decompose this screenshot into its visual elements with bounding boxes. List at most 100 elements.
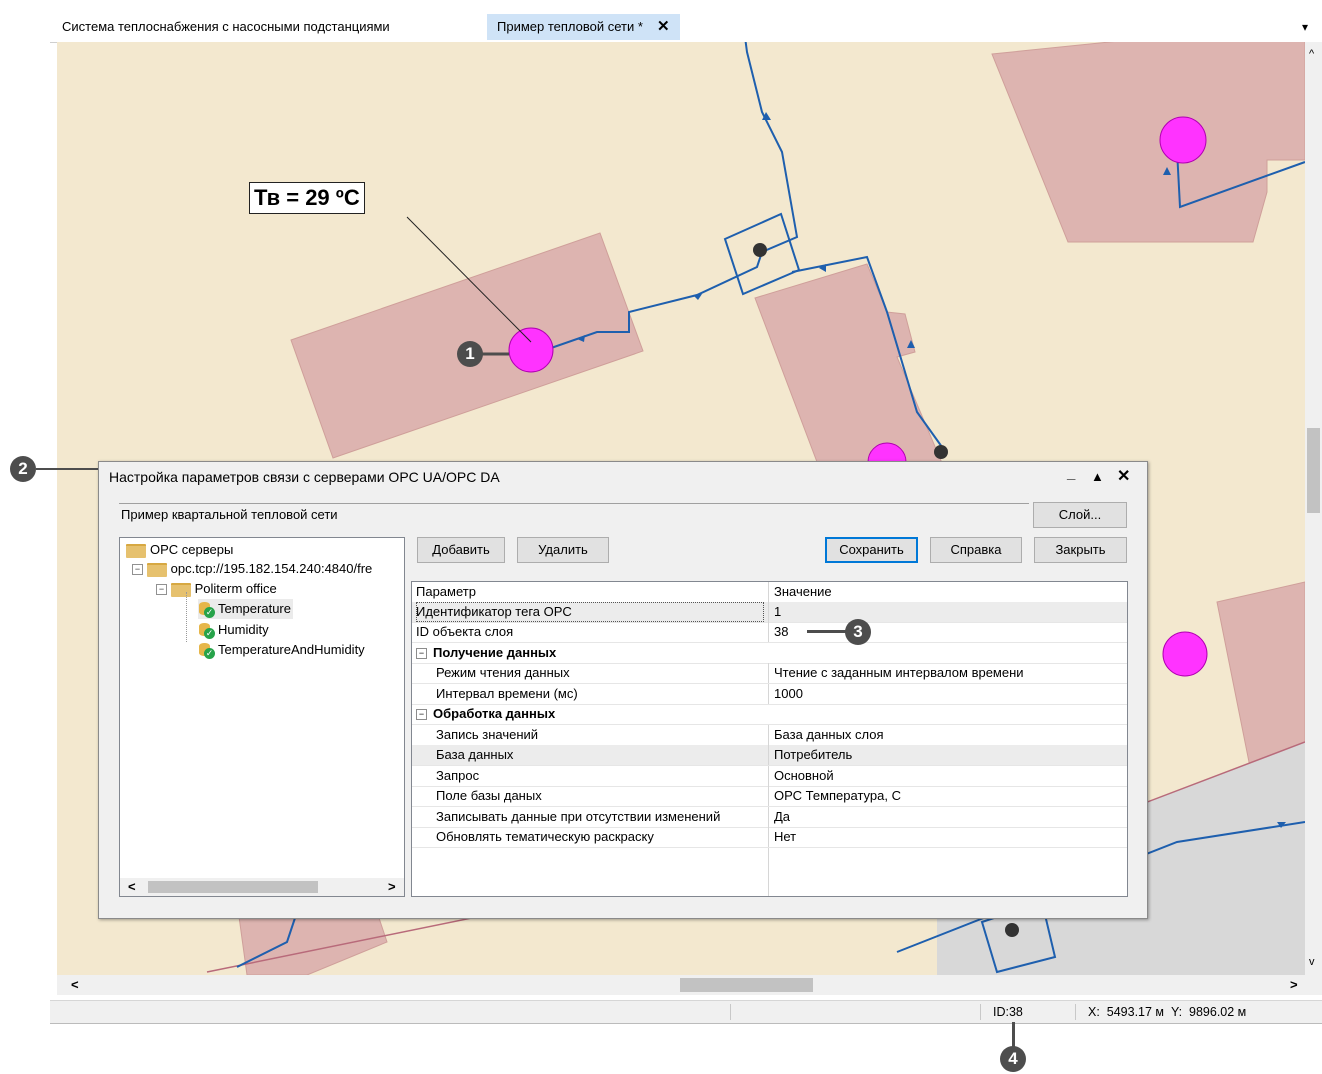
tree-node-group[interactable]: − Politerm office [156, 579, 277, 599]
tree-line [186, 592, 188, 642]
param-name: ID объекта слоя [416, 624, 514, 639]
tree-scroll-thumb[interactable] [148, 881, 318, 893]
building [991, 42, 1305, 243]
collapse-icon[interactable]: − [416, 648, 427, 660]
folder-icon [126, 543, 146, 558]
param-value[interactable]: 1000 [774, 684, 803, 704]
maximize-button[interactable]: ▲ [1091, 462, 1104, 492]
param-value[interactable]: База данных слоя [774, 725, 884, 745]
grid-row[interactable]: Идентификатор тега OPC 1 [412, 602, 1127, 623]
consumer-node [1159, 116, 1207, 164]
consumer-node [1162, 631, 1208, 677]
layer-button[interactable]: Слой... [1033, 502, 1127, 528]
folder-icon [146, 562, 167, 577]
grid-category[interactable]: − Обработка данных [412, 704, 1127, 725]
grid-row[interactable]: Запрос Основной [412, 766, 1127, 787]
dialog-title: Настройка параметров связи с серверами O… [109, 469, 500, 485]
grid-row[interactable]: Режим чтения данных Чтение с заданным ин… [412, 663, 1127, 684]
database-ok-icon: ✓ [198, 601, 215, 618]
grid-row[interactable]: Интервал времени (мс) 1000 [412, 684, 1127, 705]
scroll-up-icon[interactable]: ^ [1309, 48, 1314, 60]
scroll-down-icon[interactable]: v [1309, 956, 1315, 968]
column-divider [768, 848, 769, 896]
param-value[interactable]: Да [774, 807, 790, 827]
flow-arrow [693, 294, 702, 300]
status-coordinates: X: 5493.17 м Y: 9896.02 м [1088, 1005, 1247, 1019]
tree-node-label: opc.tcp://195.182.154.240:4840/fre [170, 561, 373, 576]
grid-row[interactable]: Обновлять тематическую раскраску Нет [412, 827, 1127, 848]
tree-node-label: Temperature [218, 601, 291, 616]
collapse-icon[interactable]: − [132, 564, 143, 576]
help-button[interactable]: Справка [930, 537, 1022, 563]
tree-node-label: Politerm office [194, 581, 277, 596]
tree-tag-temperature-humidity[interactable]: ✓ TemperatureAndHumidity [198, 640, 365, 660]
param-value[interactable]: 38 [774, 622, 788, 642]
param-value[interactable]: 1 [774, 602, 781, 622]
collapse-icon[interactable]: − [156, 584, 167, 596]
param-name: Поле базы даных [436, 788, 542, 803]
map-horizontal-scrollbar[interactable]: < > [57, 975, 1322, 995]
param-value[interactable]: ОРС Температура, С [774, 786, 901, 806]
param-value[interactable]: Нет [774, 827, 796, 847]
param-value[interactable]: Основной [774, 766, 834, 786]
grid-category[interactable]: − Получение данных [412, 643, 1127, 664]
tab-close-icon[interactable]: ✕ [657, 18, 670, 35]
callout-leader-line [36, 468, 98, 470]
tree-node-root[interactable]: OPC серверы [126, 540, 233, 560]
status-divider [730, 1004, 731, 1020]
dialog-title-bar[interactable]: Настройка параметров связи с серверами O… [99, 462, 1147, 492]
grid-row[interactable]: Записывать данные при отсутствии изменен… [412, 807, 1127, 828]
param-name: Записывать данные при отсутствии изменен… [436, 809, 721, 824]
collapse-icon[interactable]: − [416, 709, 427, 721]
network-node [1005, 923, 1019, 937]
tree-tag-temperature[interactable]: ✓ Temperature [198, 599, 293, 619]
horizontal-scroll-thumb[interactable] [680, 978, 813, 992]
delete-button[interactable]: Удалить [517, 537, 609, 563]
network-node [753, 243, 767, 257]
document-tab-bar: Система теплоснабжения с насосными подст… [50, 10, 1322, 43]
tree-tag-humidity[interactable]: ✓ Humidity [198, 620, 269, 640]
tab-heat-network-example[interactable]: Пример тепловой сети * ✕ [487, 14, 680, 40]
save-button[interactable]: Сохранить [825, 537, 918, 563]
status-divider [980, 1004, 981, 1020]
param-name: Интервал времени (мс) [436, 686, 578, 701]
database-ok-icon: ✓ [198, 622, 215, 639]
tree-node-server[interactable]: − opc.tcp://195.182.154.240:4840/fre [132, 559, 372, 579]
grid-row[interactable]: База данных Потребитель [412, 745, 1127, 766]
category-label: Обработка данных [433, 706, 556, 721]
status-bar: ID:38 X: 5493.17 м Y: 9896.02 м [50, 1000, 1322, 1024]
vertical-scroll-thumb[interactable] [1307, 428, 1320, 513]
opc-server-tree[interactable]: OPC серверы − opc.tcp://195.182.154.240:… [119, 537, 405, 897]
consumer-node-1 [508, 327, 554, 373]
close-button[interactable]: Закрыть [1034, 537, 1127, 563]
tree-horizontal-scrollbar[interactable]: < > [120, 878, 404, 896]
network-node [934, 445, 948, 459]
layer-name-field: Пример квартальной тепловой сети [119, 503, 1029, 526]
scroll-left-icon[interactable]: < [71, 977, 79, 992]
grid-row[interactable]: ID объекта слоя 38 [412, 622, 1127, 643]
status-object-id: ID:38 [993, 1005, 1023, 1019]
tab-list-dropdown-icon[interactable]: ▾ [1292, 14, 1318, 40]
tree-node-label: TemperatureAndHumidity [218, 642, 365, 657]
callout-1: 1 [457, 341, 483, 367]
param-name: Идентификатор тега OPC [416, 602, 764, 622]
param-value[interactable]: Чтение с заданным интервалом времени [774, 663, 1024, 683]
map-vertical-scrollbar[interactable]: ^ v [1305, 42, 1322, 975]
close-icon[interactable]: ✕ [1117, 462, 1130, 492]
property-grid: Параметр Значение Идентификатор тега OPC… [411, 581, 1128, 897]
param-name: База данных [436, 747, 514, 762]
param-name: Запрос [436, 768, 480, 783]
scroll-left-icon[interactable]: < [128, 879, 136, 894]
grid-row[interactable]: Поле базы даных ОРС Температура, С [412, 786, 1127, 807]
param-name: Запись значений [436, 727, 539, 742]
column-header-parameter: Параметр [416, 584, 476, 599]
param-value[interactable]: Потребитель [774, 745, 852, 765]
scroll-right-icon[interactable]: > [388, 879, 396, 894]
tab-heating-system[interactable]: Система теплоснабжения с насосными подст… [52, 14, 400, 40]
scroll-right-icon[interactable]: > [1290, 977, 1298, 992]
add-button[interactable]: Добавить [417, 537, 505, 563]
minimize-button[interactable]: _ [1067, 459, 1075, 489]
callout-leader-line [807, 630, 847, 633]
grid-row[interactable]: Запись значений База данных слоя [412, 725, 1127, 746]
callout-leader-line [1012, 1022, 1015, 1048]
